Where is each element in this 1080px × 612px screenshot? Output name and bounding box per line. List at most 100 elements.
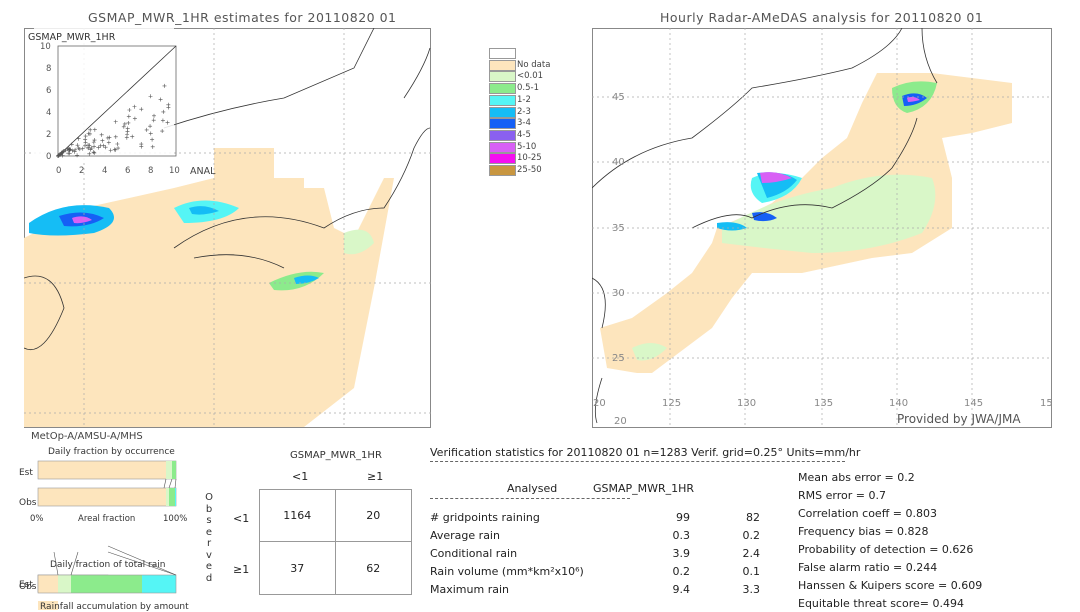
- svg-text:0: 0: [56, 166, 61, 176]
- row-header: ≥1: [233, 563, 250, 576]
- legend-label: 0.5-1: [517, 83, 539, 94]
- obs-total-chart: Obs Rainfall accumulation by amount: [19, 545, 189, 612]
- legend-swatch: [489, 106, 516, 118]
- legend-swatch: [489, 141, 516, 153]
- obs-occurrence-bar: [37, 487, 177, 507]
- satellite-label: MetOp-A/AMSU-A/MHS: [31, 431, 143, 442]
- score: False alarm ratio = 0.244: [798, 561, 938, 574]
- legend-label: <0.01: [517, 71, 544, 82]
- stat-est: 2.4: [742, 547, 761, 560]
- stat-label: Average rain: [430, 529, 500, 542]
- svg-text:Est: Est: [19, 468, 33, 478]
- observed-letter: e: [205, 526, 213, 538]
- legend-swatch: [489, 59, 516, 71]
- svg-text:2: 2: [79, 166, 84, 176]
- right-map: 45 40 35 30 25 20 125 130 135 140 145 15…: [592, 28, 1052, 428]
- svg-text:125: 125: [662, 398, 681, 409]
- legend-swatch: [489, 153, 516, 165]
- stat-analysed: 9.4: [672, 583, 691, 596]
- bottom-lat-label: 20: [614, 416, 627, 427]
- svg-text:8: 8: [46, 64, 51, 74]
- svg-text:Areal fraction: Areal fraction: [78, 514, 135, 524]
- cell: 20: [335, 490, 411, 542]
- svg-text:4: 4: [46, 108, 51, 118]
- legend-swatch: [489, 83, 516, 95]
- legend-label: 5-10: [517, 141, 537, 152]
- legend-label: 1-2: [517, 94, 531, 105]
- stat-label: Maximum rain: [430, 583, 509, 596]
- est-occurrence-bar: [37, 460, 177, 480]
- svg-text:4: 4: [102, 166, 107, 176]
- legend-swatch: [489, 94, 516, 106]
- observed-letter: e: [205, 561, 213, 572]
- observed-letter: b: [205, 503, 213, 515]
- legend-swatch: [489, 48, 516, 59]
- observed-letter: v: [206, 549, 212, 561]
- svg-text:10: 10: [40, 42, 51, 52]
- svg-text:6: 6: [125, 166, 130, 176]
- score: Probability of detection = 0.626: [798, 543, 974, 556]
- legend-label: 4-5: [517, 129, 531, 140]
- stat-est: 0.1: [742, 565, 761, 578]
- credit: Provided by JWA/JMA: [897, 412, 1021, 426]
- cell: 62: [366, 561, 381, 575]
- svg-text:25: 25: [612, 353, 625, 364]
- left-map: GSMAP_MWR_1HR 0 2 4 6 8 10 0 2 4 6 8 10 …: [24, 28, 431, 428]
- right-map-title: Hourly Radar-AMeDAS analysis for 2011082…: [660, 10, 984, 25]
- col-est: GSMAP_MWR_1HR: [593, 482, 695, 495]
- svg-text:100%: 100%: [163, 514, 187, 524]
- stat-analysed: 99: [676, 511, 690, 524]
- legend-label: 2-3: [517, 106, 531, 117]
- observed-letter: O: [205, 492, 213, 503]
- svg-text:130: 130: [737, 398, 756, 409]
- col-header: ≥1: [367, 470, 384, 483]
- stat-est: 3.3: [742, 583, 761, 596]
- row-header: <1: [233, 512, 250, 525]
- inset-xlabel: ANAL: [190, 166, 216, 177]
- observed-label: Observed: [204, 492, 214, 584]
- svg-text:135: 135: [814, 398, 833, 409]
- svg-text:20: 20: [593, 398, 606, 409]
- divider: [430, 498, 630, 499]
- stat-analysed: 0.3: [672, 529, 691, 542]
- stat-label: Conditional rain: [430, 547, 518, 560]
- svg-text:Obs: Obs: [19, 582, 37, 592]
- score: Equitable threat score= 0.494: [798, 597, 964, 610]
- col-header: <1: [292, 470, 309, 483]
- legend-swatch: [489, 71, 516, 83]
- score: Mean abs error = 0.2: [798, 471, 915, 484]
- legend-label: 3-4: [517, 118, 531, 129]
- svg-text:6: 6: [46, 86, 51, 96]
- legend-swatch: [489, 129, 516, 141]
- stat-label: # gridpoints raining: [430, 511, 540, 524]
- legend-label: 25-50: [517, 165, 542, 175]
- cell-hit: 1164: [260, 490, 336, 542]
- legend-label: No data: [517, 59, 551, 70]
- svg-text:30: 30: [612, 288, 625, 299]
- svg-text:15: 15: [1040, 398, 1052, 409]
- score: Hanssen & Kuipers score = 0.609: [798, 579, 983, 592]
- score: Correlation coeff = 0.803: [798, 507, 937, 520]
- contingency-title: GSMAP_MWR_1HR: [290, 450, 382, 461]
- legend-swatch: [489, 165, 516, 176]
- svg-text:40: 40: [612, 157, 625, 168]
- svg-text:140: 140: [889, 398, 908, 409]
- accum-title: Rainfall accumulation by amount: [40, 602, 189, 612]
- score: RMS error = 0.7: [798, 489, 886, 502]
- contingency-table: 1164 20 37 62: [259, 489, 412, 595]
- svg-text:45: 45: [612, 92, 625, 103]
- col-analysed: Analysed: [507, 482, 558, 495]
- divider: [430, 461, 845, 462]
- svg-text:0: 0: [46, 152, 51, 162]
- legend-label: 10-25: [517, 153, 542, 164]
- observed-letter: s: [206, 515, 212, 526]
- stats-header: Verification statistics for 20110820 01 …: [430, 446, 861, 459]
- score: Frequency bias = 0.828: [798, 525, 929, 538]
- stat-analysed: 3.9: [672, 547, 691, 560]
- svg-text:35: 35: [612, 223, 625, 234]
- svg-text:0%: 0%: [30, 514, 44, 524]
- observed-letter: r: [206, 538, 212, 549]
- stat-label: Rain volume (mm*km²x10⁶): [430, 565, 584, 578]
- svg-text:Obs: Obs: [19, 498, 37, 508]
- svg-text:2: 2: [46, 130, 51, 140]
